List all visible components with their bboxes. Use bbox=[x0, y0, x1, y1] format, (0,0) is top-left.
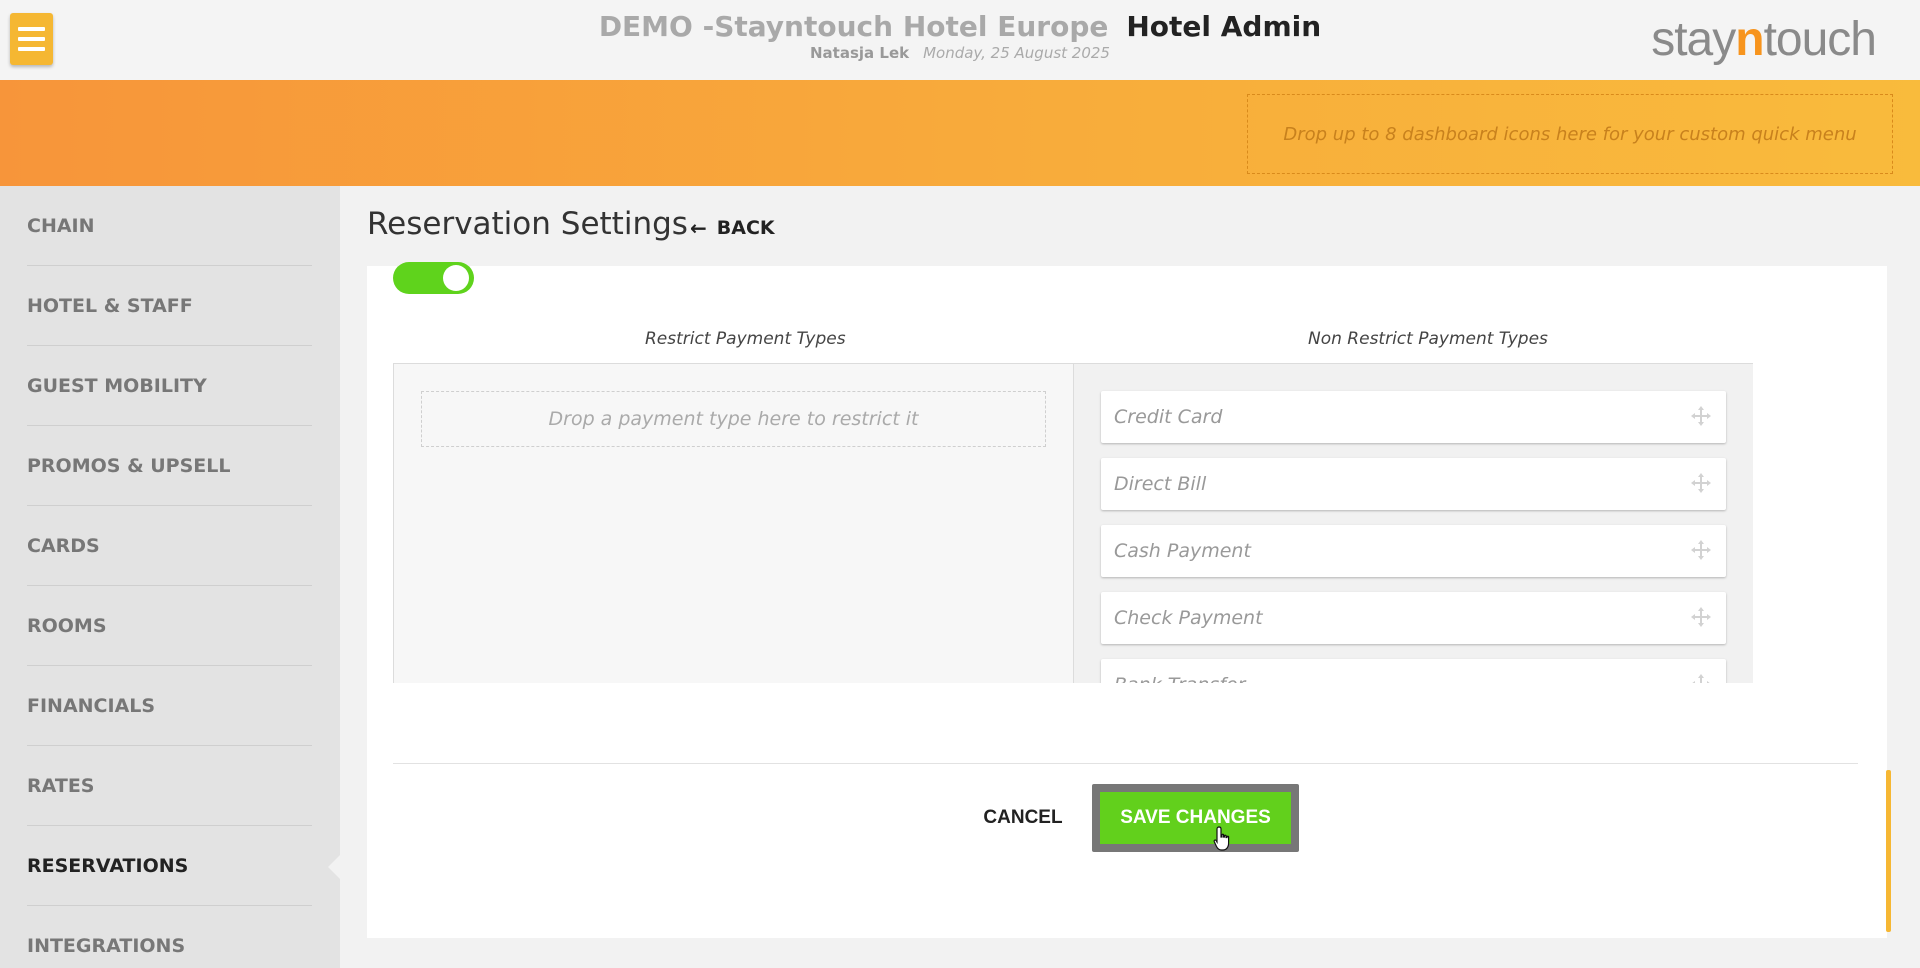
logo-prefix: stay bbox=[1651, 13, 1736, 66]
sidebar-item-cards[interactable]: CARDS bbox=[27, 506, 312, 586]
logo-suffix: touch bbox=[1763, 13, 1877, 66]
sidebar-item-rooms[interactable]: ROOMS bbox=[27, 586, 312, 666]
quick-menu-drop-zone[interactable]: Drop up to 8 dashboard icons here for yo… bbox=[1247, 94, 1893, 174]
payment-type-label: Cash Payment bbox=[1114, 540, 1251, 562]
nonrestrict-payment-list[interactable]: Credit Card Direct Bill Cash Payment Che… bbox=[1074, 363, 1753, 683]
payment-type-item[interactable]: Credit Card bbox=[1101, 391, 1726, 443]
save-changes-button[interactable]: SAVE CHANGES bbox=[1100, 792, 1291, 844]
sidebar-item-reservations[interactable]: RESERVATIONS bbox=[27, 826, 312, 906]
page-title: Reservation Settings bbox=[367, 206, 688, 242]
logo-accent: n bbox=[1735, 13, 1764, 66]
active-nav-pointer bbox=[328, 854, 341, 880]
payment-type-label: Bank Transfer bbox=[1114, 674, 1245, 683]
sidebar-item-hotel-staff[interactable]: HOTEL & STAFF bbox=[27, 266, 312, 346]
quick-menu-band: Drop up to 8 dashboard icons here for yo… bbox=[0, 80, 1920, 186]
payment-type-item[interactable]: Direct Bill bbox=[1101, 458, 1726, 510]
move-icon bbox=[1692, 674, 1710, 683]
restrict-column-title: Restrict Payment Types bbox=[645, 329, 846, 349]
sidebar-item-chain[interactable]: CHAIN bbox=[27, 186, 312, 266]
payment-type-item[interactable]: Check Payment bbox=[1101, 592, 1726, 644]
header-sub-line: Natasja Lek Monday, 25 August 2025 bbox=[0, 44, 1920, 62]
restrict-payment-list[interactable]: Drop a payment type here to restrict it bbox=[393, 363, 1074, 683]
sidebar-item-promos-upsell[interactable]: PROMOS & UPSELL bbox=[27, 426, 312, 506]
app-name: Hotel Admin bbox=[1126, 10, 1322, 43]
move-icon bbox=[1691, 406, 1711, 426]
hand-cursor-icon bbox=[1213, 826, 1230, 851]
sidebar-item-integrations[interactable]: INTEGRATIONS bbox=[27, 906, 312, 968]
sidebar-item-guest-mobility[interactable]: GUEST MOBILITY bbox=[27, 346, 312, 426]
back-label: BACK bbox=[716, 217, 775, 239]
move-icon bbox=[1691, 607, 1711, 627]
payment-type-label: Direct Bill bbox=[1114, 473, 1207, 495]
payment-type-label: Check Payment bbox=[1114, 607, 1263, 629]
nonrestrict-column-title: Non Restrict Payment Types bbox=[1308, 329, 1548, 349]
move-icon bbox=[1691, 473, 1711, 493]
restrict-payment-toggle[interactable] bbox=[393, 262, 474, 294]
sidebar: CHAIN HOTEL & STAFF GUEST MOBILITY PROMO… bbox=[0, 186, 340, 968]
header-title-line: DEMO -Stayntouch Hotel Europe Hotel Admin bbox=[0, 10, 1920, 43]
toggle-knob bbox=[443, 265, 469, 291]
payment-type-item[interactable]: Cash Payment bbox=[1101, 525, 1726, 577]
top-header: DEMO -Stayntouch Hotel Europe Hotel Admin… bbox=[0, 0, 1920, 80]
user-name: Natasja Lek bbox=[810, 44, 910, 62]
actions-divider bbox=[393, 763, 1858, 764]
current-date: Monday, 25 August 2025 bbox=[923, 44, 1110, 62]
cancel-button[interactable]: CANCEL bbox=[973, 800, 1073, 836]
back-button[interactable]: ← BACK bbox=[690, 216, 775, 240]
header-center: DEMO -Stayntouch Hotel Europe Hotel Admin… bbox=[0, 10, 1920, 62]
arrow-left-icon: ← bbox=[690, 216, 707, 240]
sidebar-item-rates[interactable]: RATES bbox=[27, 746, 312, 826]
sidebar-item-financials[interactable]: FINANCIALS bbox=[27, 666, 312, 746]
payment-type-item[interactable]: Bank Transfer bbox=[1101, 659, 1726, 683]
move-icon bbox=[1691, 540, 1711, 560]
scrollbar-thumb[interactable] bbox=[1886, 770, 1891, 932]
restrict-drop-zone[interactable]: Drop a payment type here to restrict it bbox=[421, 391, 1046, 447]
hotel-name: DEMO -Stayntouch Hotel Europe bbox=[598, 10, 1109, 43]
payment-type-label: Credit Card bbox=[1114, 406, 1223, 428]
stayntouch-logo: stayntouch bbox=[1651, 12, 1877, 67]
